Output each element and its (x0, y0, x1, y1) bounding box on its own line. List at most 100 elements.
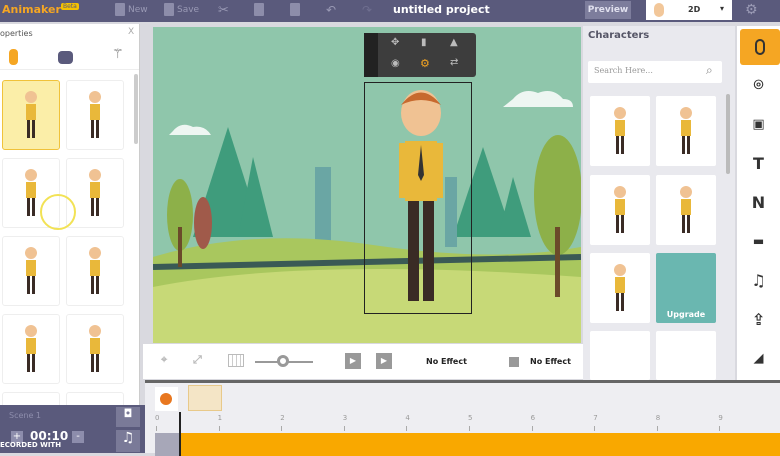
sidebar-item-props[interactable]: ⌾ (737, 70, 780, 100)
character-icon[interactable] (9, 49, 18, 65)
magic-wand-icon[interactable]: ⚚ (112, 47, 124, 62)
delete-icon[interactable]: ▮ (421, 37, 427, 48)
character-icon (755, 39, 765, 55)
music-icon: ♫ (751, 270, 766, 290)
move-icon[interactable]: ✥ (391, 37, 399, 48)
center-icon[interactable]: ⌖ (161, 353, 167, 367)
ruler-tick-label: 1 (217, 414, 223, 422)
character-item[interactable] (590, 175, 650, 245)
ruler-tick (531, 426, 533, 431)
sidebar-item-text[interactable]: T (737, 148, 780, 178)
fit-screen-icon[interactable]: ⤢ (193, 353, 202, 367)
object-icon[interactable] (58, 51, 73, 64)
new-button[interactable]: New (115, 3, 148, 16)
sidebar-item-characters[interactable] (740, 29, 780, 65)
character-thumbnail[interactable] (66, 80, 124, 150)
preview-button[interactable]: Preview (585, 1, 631, 19)
sidebar-item-music[interactable]: ♫ (737, 265, 780, 295)
canvas-controls: ⌖ ⤢ ▶ ▶ No Effect No Effect (143, 344, 583, 379)
search-icon[interactable]: ⌕ (706, 63, 713, 78)
save-button[interactable]: Save (164, 3, 199, 16)
sidebar-item-images[interactable]: ▣ (737, 109, 780, 139)
flip-icon[interactable]: ▲ (450, 37, 458, 48)
ruler-tick (719, 426, 721, 431)
scissors-icon: ✂ (218, 3, 229, 18)
character-thumbnail[interactable] (2, 80, 60, 150)
ruler-tick-label: 3 (342, 414, 348, 422)
time-ruler[interactable]: 0 1 2 3 4 5 6 7 8 9 (145, 412, 780, 433)
slider-handle[interactable] (277, 355, 289, 367)
right-sidebar: ⌾ ▣ T N ▬ ♫ ⇪ ◢ (737, 26, 780, 380)
visibility-toggle[interactable] (155, 387, 178, 411)
new-label: New (128, 4, 148, 15)
character-item[interactable] (590, 253, 650, 323)
selection-box[interactable] (364, 82, 472, 314)
ruler-tick (406, 426, 408, 431)
character-item[interactable] (656, 175, 716, 245)
character-item[interactable] (656, 331, 716, 380)
video-icon: ▬ (752, 234, 765, 248)
paste-button[interactable] (290, 3, 300, 16)
enter-effect-label[interactable]: No Effect (426, 357, 467, 366)
scene-label: Scene 1 (9, 411, 42, 420)
camera-icon[interactable]: ◘ (116, 407, 140, 427)
ruler-tick (656, 426, 658, 431)
beta-badge: Beta (61, 3, 79, 10)
character-thumbnail[interactable] (2, 236, 60, 306)
play-icon[interactable]: ▶ (376, 353, 392, 369)
sidebar-item-upload[interactable]: ⇪ (737, 304, 780, 334)
properties-panel: operties X ⚚ (0, 24, 140, 412)
exit-effect-label[interactable]: No Effect (530, 357, 571, 366)
character-item[interactable] (656, 96, 716, 166)
undo-button[interactable]: ↶ (326, 3, 336, 17)
playhead[interactable] (179, 412, 181, 456)
settings-icon[interactable]: ⚙ (745, 2, 758, 18)
reduce-time-button[interactable]: - (72, 431, 84, 443)
timeline-item-character[interactable] (188, 385, 222, 411)
enter-effect-icon[interactable]: ▶ (345, 353, 361, 369)
mode-select[interactable]: 2D ▾ (646, 0, 732, 20)
ruler-tick (218, 426, 220, 431)
character-thumbnail[interactable] (66, 314, 124, 384)
sidebar-item-background[interactable]: ◢ (737, 343, 780, 373)
sidebar-item-video[interactable]: ▬ (737, 226, 780, 256)
music-icon[interactable]: ♫ (116, 430, 140, 452)
search-placeholder: Search Here... (594, 66, 653, 75)
record-icon[interactable]: ◉ (391, 58, 400, 69)
mode-value: 2D (688, 5, 701, 14)
scrollbar[interactable] (134, 74, 138, 144)
character-thumbnail[interactable] (66, 236, 124, 306)
sidebar-item-numbers[interactable]: N (737, 187, 780, 217)
settings-icon[interactable]: ⚙ (420, 57, 430, 70)
app-logo: Animaker (2, 3, 61, 16)
ruler-tick (343, 426, 345, 431)
grid-icon[interactable] (228, 354, 244, 367)
upgrade-label[interactable]: Upgrade (656, 310, 716, 319)
redo-button[interactable]: ↷ (362, 3, 372, 17)
close-icon[interactable]: X (128, 27, 134, 37)
text-icon: T (753, 153, 764, 173)
exit-effect-icon[interactable] (509, 357, 519, 367)
top-toolbar: Animaker Beta New Save ✂ ↶ ↷ untitled pr… (0, 0, 780, 22)
ruler-tick-label: 8 (655, 414, 661, 422)
swap-icon[interactable]: ⇄ (450, 57, 458, 68)
project-title[interactable]: untitled project (393, 3, 490, 16)
ruler-tick (594, 426, 596, 431)
panel-title: operties (0, 29, 33, 38)
copy-button[interactable] (254, 3, 264, 16)
character-item[interactable] (590, 96, 650, 166)
character-item[interactable]: Upgrade (656, 253, 716, 323)
scrollbar[interactable] (726, 94, 730, 174)
file-icon (115, 3, 125, 16)
save-label: Save (177, 4, 200, 15)
cut-button[interactable]: ✂ (218, 3, 229, 18)
character-thumbnail[interactable] (2, 314, 60, 384)
search-input[interactable]: Search Here... ⌕ (588, 61, 722, 83)
character-item[interactable] (590, 331, 650, 380)
scene-canvas[interactable]: ✥ ▮ ▲ ◉ ⚙ ⇄ (153, 27, 581, 343)
background-icon: ◢ (753, 350, 764, 366)
avatar-icon (654, 3, 664, 17)
ruler-tick-label: 2 (280, 414, 285, 422)
drag-handle[interactable] (364, 33, 378, 77)
redo-icon: ↷ (362, 3, 373, 17)
